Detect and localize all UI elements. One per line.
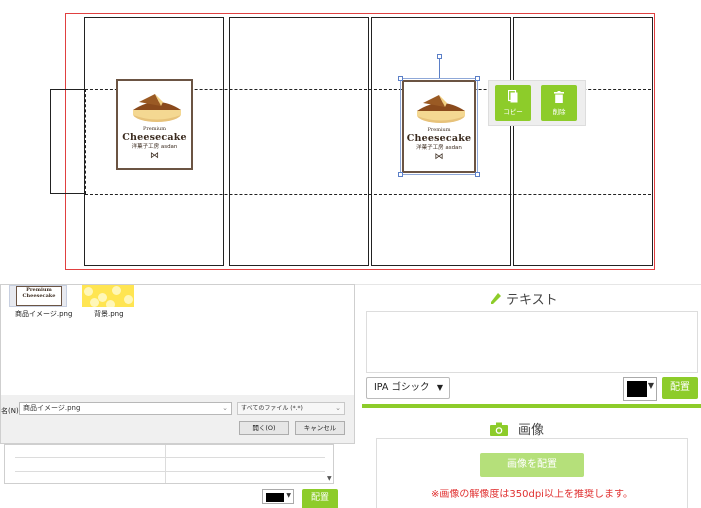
copy-label: コピー: [503, 108, 523, 116]
file-open-dialog: Premium Cheesecake 商品イメージ.png 背景.png 名(N…: [0, 284, 355, 444]
fold-line-v3: [371, 89, 372, 194]
resize-handle-se[interactable]: [475, 172, 480, 177]
product-image-1[interactable]: Premium Cheesecake 洋菓子工房 asdan ⋈: [116, 79, 193, 170]
design-canvas[interactable]: Premium Cheesecake 洋菓子工房 asdan ⋈ Premium…: [0, 0, 701, 285]
thumbnail-text: Premium Cheesecake: [16, 286, 62, 306]
cheesecake-illustration: [132, 94, 181, 122]
product-shop-text: 洋菓子工房 asdan: [131, 144, 178, 150]
chevron-down-icon[interactable]: ⌄: [335, 403, 341, 414]
file-name-product[interactable]: 商品イメージ.png: [15, 309, 72, 319]
font-value: IPA ゴシック: [374, 382, 430, 393]
file-thumbnail-background[interactable]: [82, 285, 134, 307]
resize-handle-ne[interactable]: [475, 76, 480, 81]
glue-tab: [50, 89, 85, 194]
text-color-picker[interactable]: ▼: [623, 377, 657, 401]
text-section-title: テキスト: [490, 289, 558, 308]
product-title-text: Cheesecake: [122, 132, 187, 143]
dropdown-arrow-icon: ▼: [647, 381, 654, 390]
dropdown-arrow-icon: ▼: [436, 383, 443, 392]
place-button-left[interactable]: 配置: [302, 489, 338, 508]
font-select[interactable]: IPA ゴシック ▼: [366, 377, 450, 399]
section-divider: [362, 404, 701, 408]
box-panel-4: [513, 17, 653, 266]
dropdown-arrow-icon: ▼: [286, 492, 291, 499]
fold-line-v1: [85, 89, 86, 194]
filename-value: 商品イメージ.png: [23, 404, 81, 412]
text-section-label: テキスト: [506, 293, 558, 308]
selection-box[interactable]: [400, 78, 478, 175]
image-section-title: 画像: [490, 419, 544, 438]
rotate-line: [439, 58, 440, 78]
fold-line-bottom: [85, 194, 651, 195]
chevron-down-icon[interactable]: ⌄: [222, 403, 228, 414]
scroll-down-icon[interactable]: ▼: [327, 475, 332, 482]
file-name-background[interactable]: 背景.png: [94, 309, 124, 319]
file-list-area: Premium Cheesecake 商品イメージ.png 背景.png: [1, 285, 354, 395]
filetype-value: すべてのファイル (*.*): [241, 405, 303, 412]
trash-icon: [554, 90, 564, 103]
text-input-area[interactable]: [366, 311, 698, 373]
bow-icon: ⋈: [150, 151, 159, 161]
place-image-button[interactable]: 画像を配置: [480, 453, 584, 477]
text-place-button[interactable]: 配置: [662, 377, 698, 399]
filetype-select[interactable]: すべてのファイル (*.*) ⌄: [237, 402, 345, 415]
color-picker-small[interactable]: ▼: [262, 489, 294, 504]
image-section-label: 画像: [518, 423, 545, 438]
camera-icon: [490, 422, 508, 436]
resize-handle-nw[interactable]: [398, 76, 403, 81]
resolution-notice: ※画像の解像度は350dpi以上を推奨します。: [431, 489, 633, 500]
copy-button[interactable]: コピー: [495, 85, 531, 121]
delete-label: 削除: [552, 107, 566, 116]
cancel-button[interactable]: キャンセル: [295, 421, 345, 435]
pen-icon: [491, 293, 501, 304]
fold-line-v2: [229, 89, 230, 194]
file-thumbnail-product[interactable]: Premium Cheesecake: [9, 285, 67, 307]
open-button[interactable]: 開く(O): [239, 421, 289, 435]
box-panel-2: [229, 17, 369, 266]
filename-input[interactable]: 商品イメージ.png ⌄: [19, 402, 232, 415]
resize-handle-sw[interactable]: [398, 172, 403, 177]
left-lower-panel: ▼: [4, 444, 334, 484]
delete-button[interactable]: 削除: [541, 85, 577, 121]
object-context-menu: コピー 削除: [488, 80, 586, 126]
rotate-handle[interactable]: [437, 54, 442, 59]
copy-icon: [508, 90, 518, 103]
